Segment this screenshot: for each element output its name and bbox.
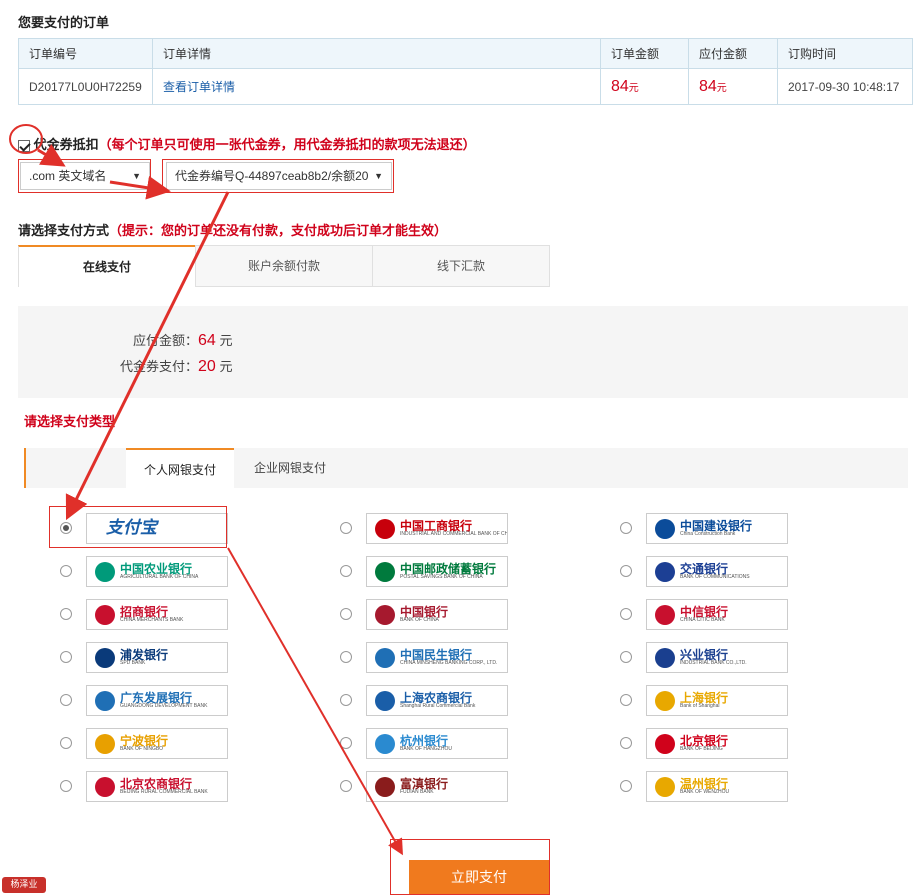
annotation-arrows	[9, 124, 403, 856]
annotation-circle-checkbox	[9, 124, 43, 154]
